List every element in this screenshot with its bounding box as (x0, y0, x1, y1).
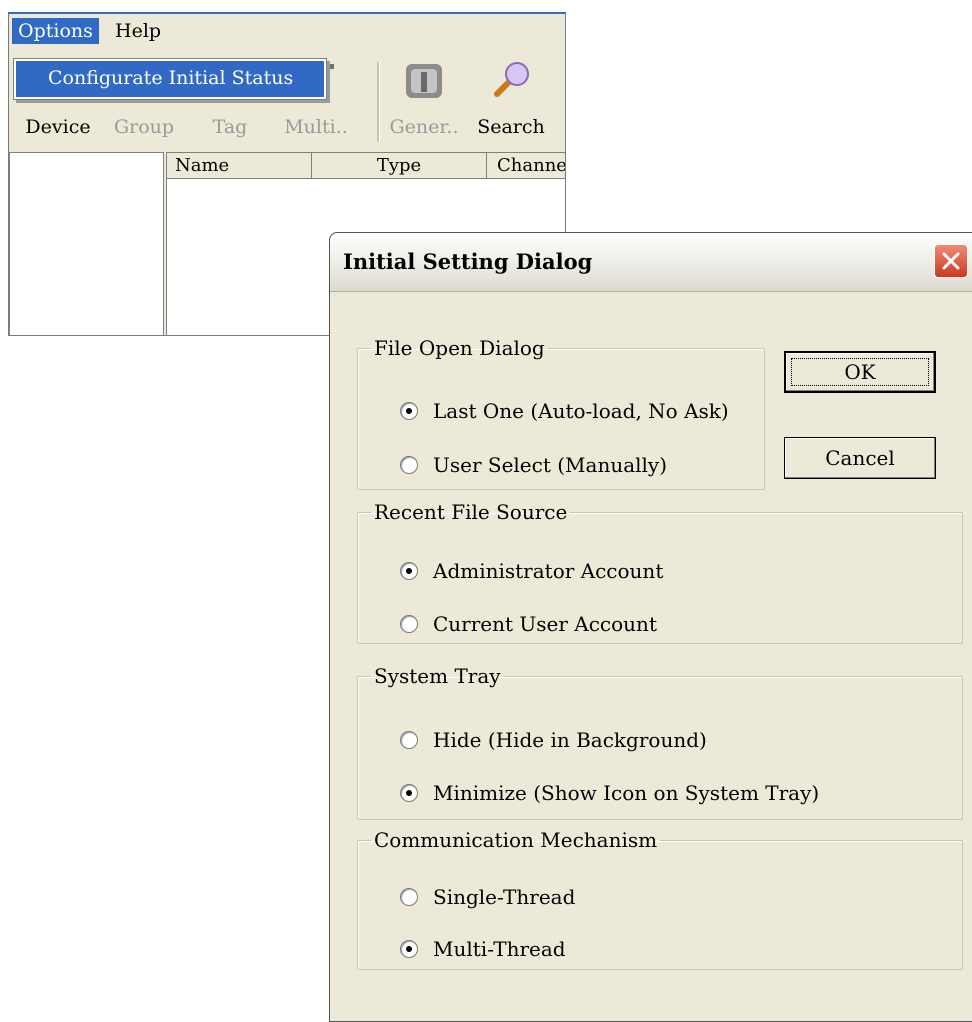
radio-button[interactable] (400, 731, 418, 749)
column-header-name[interactable]: Name (167, 153, 312, 179)
radio-button-checked[interactable] (400, 562, 418, 580)
toolbar-group-label: Group (113, 116, 175, 138)
system-tray-group: System Tray Hide (Hide in Background) Mi… (357, 664, 963, 820)
general-tools-icon (406, 64, 442, 98)
radio-button-checked[interactable] (400, 940, 418, 958)
menu-help[interactable]: Help (109, 18, 167, 44)
toolbar-tag-label: Tag (212, 116, 248, 138)
focus-rectangle (791, 358, 929, 386)
toolbar-search-button[interactable]: Search (468, 48, 554, 152)
system-tray-legend: System Tray (374, 664, 501, 688)
radio-administrator-account-label: Administrator Account (433, 559, 664, 583)
radio-minimize-label: Minimize (Show Icon on System Tray) (433, 781, 820, 805)
cancel-button[interactable]: Cancel (784, 437, 936, 479)
toolbar-general-label: Gener.. (389, 116, 459, 138)
recent-file-source-group: Recent File Source Administrator Account… (357, 500, 963, 644)
recent-file-source-legend: Recent File Source (374, 500, 568, 524)
close-button[interactable] (934, 244, 968, 278)
configurate-initial-status-menu-item[interactable]: Configurate Initial Status (16, 61, 324, 97)
radio-button[interactable] (400, 888, 418, 906)
dialog-title-bar[interactable]: Initial Setting Dialog (330, 233, 972, 292)
toolbar-general-button[interactable]: Gener.. (381, 48, 467, 152)
column-header-type[interactable]: Type (312, 153, 487, 179)
communication-mechanism-legend: Communication Mechanism (374, 828, 658, 852)
ok-button[interactable]: OK (784, 351, 936, 393)
file-open-dialog-group: File Open Dialog Last One (Auto-load, No… (357, 336, 765, 490)
radio-multi-thread-label: Multi-Thread (433, 937, 566, 961)
initial-setting-dialog: Initial Setting Dialog OK Cancel File Op… (329, 232, 972, 1022)
menu-bar: Options Help (9, 14, 565, 48)
radio-button-checked[interactable] (400, 402, 418, 420)
toolbar-multi-label: Multi.. (284, 116, 348, 138)
radio-single-thread-label: Single-Thread (433, 885, 576, 909)
device-tree-panel[interactable] (9, 152, 164, 335)
radio-last-one-label: Last One (Auto-load, No Ask) (433, 399, 729, 423)
menu-options[interactable]: Options (12, 18, 99, 44)
close-icon (942, 252, 960, 270)
cancel-button-label: Cancel (825, 446, 895, 470)
file-open-dialog-legend: File Open Dialog (374, 336, 545, 360)
toolbar-device-label: Device (25, 116, 91, 138)
radio-user-select-label: User Select (Manually) (433, 453, 668, 477)
radio-button[interactable] (400, 456, 418, 474)
radio-current-user-account-label: Current User Account (433, 612, 657, 636)
radio-button[interactable] (400, 615, 418, 633)
column-header-channel[interactable]: Channe (487, 153, 565, 179)
search-icon (494, 62, 529, 97)
communication-mechanism-group: Communication Mechanism Single-Thread Mu… (357, 828, 963, 970)
options-dropdown-menu: Configurate Initial Status (13, 58, 327, 100)
radio-button-checked[interactable] (400, 784, 418, 802)
dialog-title: Initial Setting Dialog (343, 249, 593, 274)
radio-hide-label: Hide (Hide in Background) (433, 728, 707, 752)
toolbar-separator (377, 62, 380, 142)
toolbar-search-label: Search (477, 116, 545, 138)
